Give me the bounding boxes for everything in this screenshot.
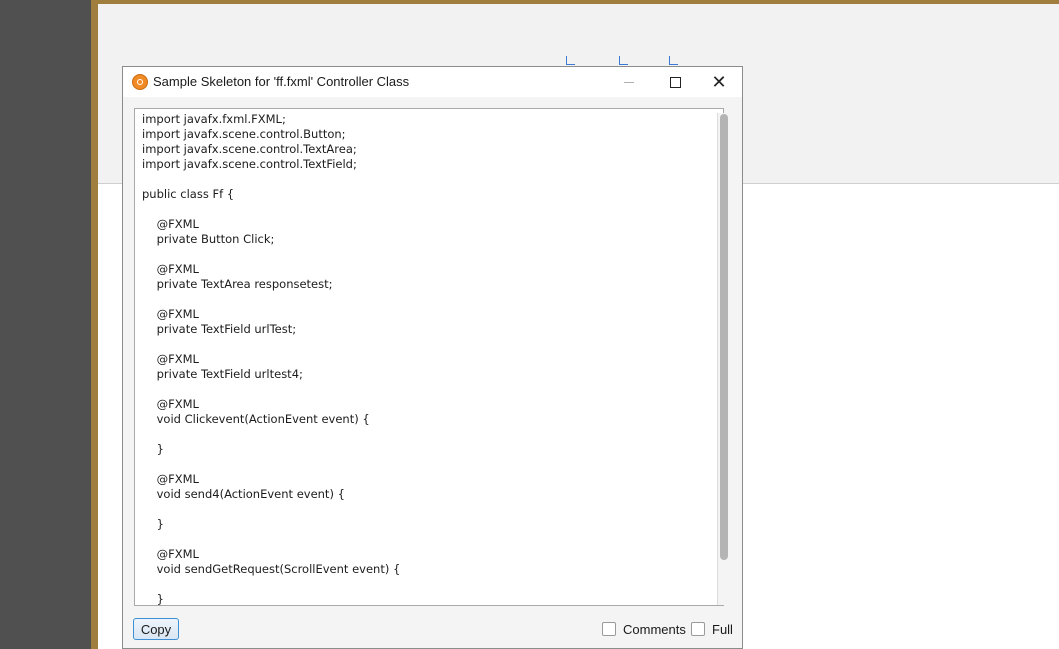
code-line: ​ <box>142 532 400 547</box>
code-line: } <box>142 442 164 456</box>
code-line: import javafx.scene.control.TextArea; <box>142 142 357 156</box>
code-line: private TextField urltest4; <box>142 367 303 381</box>
code-line: ​ <box>142 202 400 217</box>
code-line: ​ <box>142 457 400 472</box>
left-panel <box>0 0 91 649</box>
code-line: import javafx.fxml.FXML; <box>142 112 286 126</box>
maximize-button[interactable] <box>652 67 698 97</box>
code-line: ​ <box>142 337 400 352</box>
code-line: @FXML <box>142 307 199 321</box>
skeleton-dialog: Sample Skeleton for 'ff.fxml' Controller… <box>122 66 743 649</box>
code-line: void sendGetRequest(ScrollEvent event) { <box>142 562 401 576</box>
code-line: public class Ff { <box>142 187 235 201</box>
layout-guide-marker <box>619 56 628 65</box>
code-line: void Clickevent(ActionEvent event) { <box>142 412 370 426</box>
code-content: import javafx.fxml.FXML; import javafx.sc… <box>142 112 400 607</box>
close-icon: ✕ <box>711 71 727 92</box>
code-line: } <box>142 592 164 606</box>
comments-checkbox[interactable] <box>602 622 616 636</box>
code-line: ​ <box>142 292 400 307</box>
close-button[interactable]: ✕ <box>696 67 742 97</box>
code-line: @FXML <box>142 352 199 366</box>
full-checkbox[interactable] <box>691 622 705 636</box>
code-line: } <box>142 517 164 531</box>
dialog-titlebar[interactable]: Sample Skeleton for 'ff.fxml' Controller… <box>123 67 742 97</box>
code-line: import javafx.scene.control.Button; <box>142 127 346 141</box>
minimize-button[interactable] <box>606 67 652 97</box>
code-line: private TextField urlTest; <box>142 322 297 336</box>
code-line: ​ <box>142 427 400 442</box>
code-line: private TextArea responsetest; <box>142 277 333 291</box>
layout-guide-marker <box>669 56 678 65</box>
code-line: @FXML <box>142 397 199 411</box>
layout-guide-marker <box>566 56 575 65</box>
scrollbar-thumb[interactable] <box>720 114 728 560</box>
code-line: @FXML <box>142 217 199 231</box>
code-line: ​ <box>142 382 400 397</box>
code-text-area[interactable]: import javafx.fxml.FXML; import javafx.sc… <box>134 108 724 606</box>
code-line: import javafx.scene.control.TextField; <box>142 157 357 171</box>
code-line: ​ <box>142 577 400 592</box>
code-line: ​ <box>142 247 400 262</box>
code-line: ​ <box>142 172 400 187</box>
full-label[interactable]: Full <box>712 622 733 637</box>
code-line: @FXML <box>142 262 199 276</box>
maximize-icon <box>669 76 681 88</box>
code-line: ​ <box>142 502 400 517</box>
window-border <box>91 0 98 649</box>
code-line: private Button Click; <box>142 232 275 246</box>
vertical-scrollbar[interactable] <box>717 113 729 605</box>
minimize-icon <box>624 81 634 83</box>
comments-label[interactable]: Comments <box>623 622 686 637</box>
copy-button[interactable]: Copy <box>133 618 179 640</box>
scene-builder-icon <box>132 74 148 90</box>
code-line: @FXML <box>142 472 199 486</box>
dialog-title: Sample Skeleton for 'ff.fxml' Controller… <box>153 74 410 89</box>
code-line: void send4(ActionEvent event) { <box>142 487 345 501</box>
code-line: @FXML <box>142 547 199 561</box>
